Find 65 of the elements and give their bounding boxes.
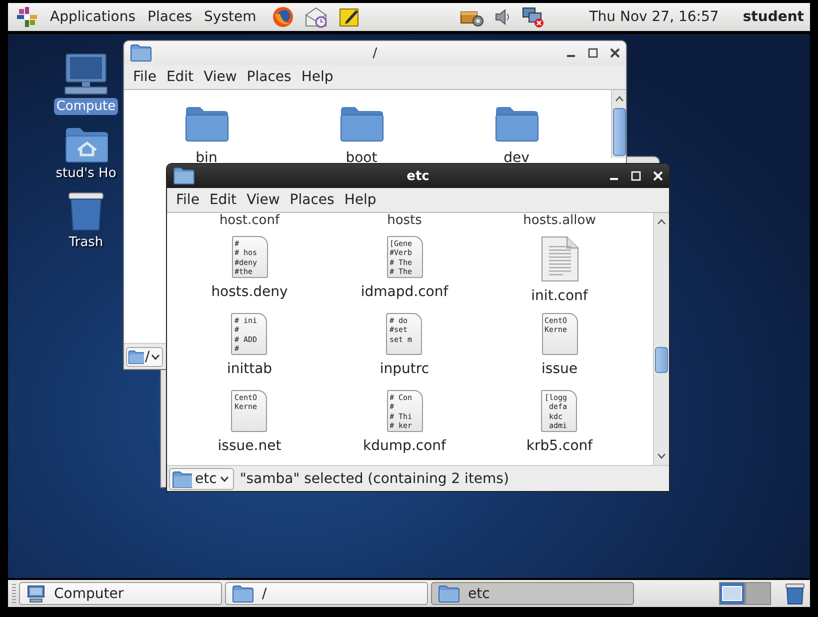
chevron-down-icon: [220, 476, 229, 482]
browser-globe-icon[interactable]: [272, 6, 294, 28]
folder-icon: [173, 166, 195, 186]
menu-item[interactable]: File: [171, 192, 204, 208]
folder-icon: [172, 470, 192, 488]
menu-item[interactable]: Edit: [204, 192, 242, 208]
computer-icon[interactable]: [62, 52, 110, 96]
menu-item[interactable]: View: [242, 192, 285, 208]
workspace-button[interactable]: [719, 582, 745, 605]
desktop-icon-label[interactable]: stud's Ho: [54, 165, 118, 182]
menu-item[interactable]: Help: [296, 69, 338, 85]
user-menu[interactable]: student: [742, 9, 804, 25]
file-name[interactable]: bin: [196, 150, 218, 166]
window-title: etc: [406, 168, 430, 184]
file-name[interactable]: hosts.allow: [523, 213, 596, 228]
file-name[interactable]: kdump.conf: [363, 438, 446, 454]
status-text: "samba" selected (containing 2 items): [240, 470, 509, 486]
file-name[interactable]: dev: [504, 150, 530, 166]
location-dropdown[interactable]: /: [126, 346, 163, 366]
network-offline-icon[interactable]: [521, 6, 546, 28]
file-name[interactable]: idmapd.conf: [360, 284, 448, 300]
close-icon[interactable]: [610, 48, 620, 58]
scrollbar[interactable]: [653, 213, 669, 465]
chevron-down-icon: [150, 354, 160, 360]
menu-item[interactable]: File: [128, 69, 162, 85]
desktop-icon-label[interactable]: Compute: [54, 98, 118, 115]
panel-menu[interactable]: System: [198, 9, 262, 25]
scrollbar-thumb[interactable]: [612, 108, 626, 156]
taskbar-button[interactable]: etc: [431, 582, 634, 605]
computer-icon: [26, 584, 46, 602]
file-name[interactable]: boot: [346, 150, 378, 166]
notepad-icon[interactable]: [338, 6, 360, 28]
folder-icon: [438, 584, 460, 604]
file-name[interactable]: inittab: [226, 361, 272, 377]
menu-item[interactable]: Edit: [161, 69, 199, 85]
file-name[interactable]: init.conf: [531, 288, 588, 304]
file-name[interactable]: host.conf: [219, 213, 280, 228]
panel-menu[interactable]: Places: [142, 9, 198, 25]
file-name[interactable]: hosts: [387, 213, 422, 228]
mail-clock-icon[interactable]: [304, 6, 328, 28]
flower-logo-icon[interactable]: [16, 6, 38, 28]
taskbar-button[interactable]: Computer: [19, 582, 222, 605]
maximize-icon[interactable]: [588, 48, 598, 58]
file-name[interactable]: hosts.deny: [211, 284, 288, 300]
scrollbar[interactable]: [611, 90, 626, 158]
panel-menu[interactable]: Applications: [44, 9, 142, 25]
taskbar-button[interactable]: /: [225, 582, 428, 605]
scrollbar-thumb[interactable]: [655, 347, 668, 373]
menu-item[interactable]: Help: [339, 192, 382, 208]
file-name[interactable]: issue: [542, 361, 578, 377]
folder-icon: [128, 349, 144, 364]
desktop-icon-label[interactable]: Trash: [66, 234, 106, 251]
file-name[interactable]: krb5.conf: [526, 438, 593, 454]
clock[interactable]: Thu Nov 27, 16:57: [589, 9, 719, 25]
window-title: /: [372, 46, 378, 60]
folder-icon: [232, 584, 254, 604]
menu-item[interactable]: View: [198, 69, 242, 85]
document-icon[interactable]: [540, 236, 580, 282]
file-name[interactable]: issue.net: [218, 438, 282, 454]
menu-item[interactable]: Places: [242, 69, 296, 85]
trash-icon[interactable]: [784, 582, 806, 606]
file-name[interactable]: inputrc: [380, 361, 430, 377]
folder-icon: [130, 43, 152, 63]
location-dropdown[interactable]: etc: [169, 468, 234, 490]
menu-item[interactable]: Places: [284, 192, 340, 208]
